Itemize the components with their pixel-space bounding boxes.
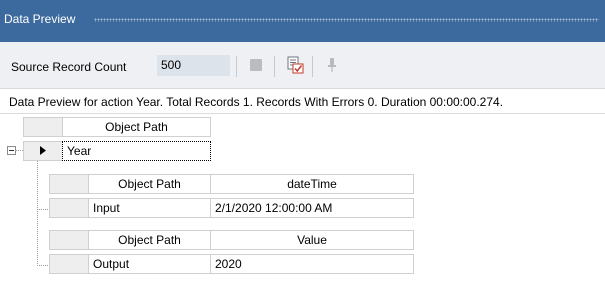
toolbar-separator	[274, 56, 275, 77]
pin-button[interactable]	[320, 54, 344, 78]
column-header-value[interactable]: Value	[210, 230, 414, 250]
grid-corner	[49, 230, 89, 250]
status-message: Data Preview for action Year. Total Reco…	[9, 95, 504, 109]
column-header-object-path[interactable]: Object Path	[88, 230, 211, 250]
toolbar-separator	[312, 56, 313, 77]
tree-connector	[37, 209, 49, 210]
status-bar: Data Preview for action Year. Total Reco…	[0, 89, 605, 114]
table-row[interactable]: Year	[62, 141, 211, 161]
column-header-object-path[interactable]: Object Path	[88, 174, 211, 194]
hierarchical-grid: Object Path Year Object Path dateTime In…	[0, 114, 605, 281]
pin-icon	[327, 57, 337, 76]
tree-connector	[37, 161, 38, 265]
current-row-arrow-icon	[39, 144, 47, 158]
preview-check-icon	[286, 56, 304, 77]
table-cell[interactable]: Input	[88, 198, 211, 218]
row-selector[interactable]	[49, 198, 89, 218]
stop-icon	[249, 58, 263, 75]
grid-corner	[23, 117, 63, 137]
toolbar-separator	[236, 56, 237, 77]
window-title: Data Preview	[4, 12, 76, 26]
tree-connector	[16, 150, 23, 151]
table-cell[interactable]: 2/1/2020 12:00:00 AM	[210, 198, 414, 218]
column-header-object-path[interactable]: Object Path	[62, 117, 211, 137]
window-titlebar: Data Preview	[0, 0, 605, 42]
column-header-datetime[interactable]: dateTime	[210, 174, 414, 194]
toolbar: Source Record Count	[0, 42, 605, 89]
collapse-toggle-icon[interactable]	[7, 146, 16, 155]
stop-button[interactable]	[244, 54, 268, 78]
titlebar-grip	[94, 18, 599, 22]
grid-corner	[49, 174, 89, 194]
table-cell[interactable]: 2020	[210, 254, 414, 274]
row-selector[interactable]	[23, 141, 63, 161]
row-selector[interactable]	[49, 254, 89, 274]
preview-check-button[interactable]	[283, 54, 307, 78]
record-count-label: Source Record Count	[11, 60, 127, 74]
tree-connector	[37, 265, 49, 266]
table-cell[interactable]: Output	[88, 254, 211, 274]
record-count-input[interactable]	[157, 55, 230, 76]
